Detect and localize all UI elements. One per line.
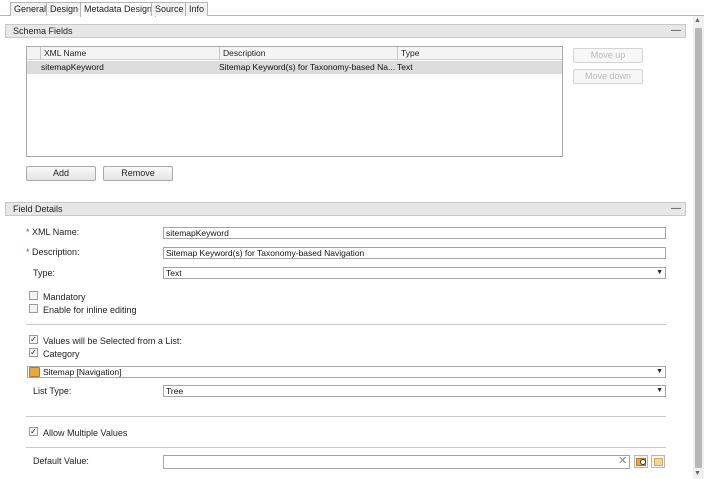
default-value-label: Default Value: (33, 456, 89, 466)
tab-general[interactable]: General (10, 2, 51, 16)
move-up-button[interactable]: Move up (573, 48, 643, 63)
category-checkbox[interactable]: ✓ (29, 348, 38, 357)
tab-design[interactable]: Design (46, 2, 83, 16)
grid-header: XML Name Description Type (27, 47, 562, 60)
tab-source[interactable]: Source (151, 2, 188, 16)
required-marker: * (26, 247, 30, 257)
minus-icon[interactable]: — (671, 25, 681, 37)
row-description: Sitemap Keyword(s) for Taxonomy-based Na… (219, 62, 396, 72)
divider (26, 416, 666, 417)
list-type-label: List Type: (33, 386, 72, 396)
default-value-field[interactable] (163, 455, 630, 469)
tab-info[interactable]: Info (185, 2, 209, 16)
browse-keyword-icon[interactable] (634, 455, 648, 468)
mandatory-label: Mandatory (43, 292, 86, 302)
description-field[interactable]: Sitemap Keyword(s) for Taxonomy-based Na… (163, 247, 666, 259)
chevron-down-icon: ▼ (656, 368, 663, 375)
inline-editing-checkbox[interactable] (29, 304, 38, 313)
list-values-checkbox[interactable]: ✓ (29, 335, 38, 344)
allow-multiple-checkbox[interactable]: ✓ (29, 427, 38, 436)
category-select[interactable]: Sitemap [Navigation] ▼ (27, 366, 666, 378)
list-type-select[interactable]: Tree ▼ (163, 385, 666, 397)
table-row[interactable]: sitemapKeyword Sitemap Keyword(s) for Ta… (27, 61, 562, 74)
schema-fields-header: Schema Fields — (5, 24, 686, 38)
category-folder-icon (29, 367, 40, 377)
scroll-down-icon[interactable]: ▼ (694, 470, 701, 478)
xml-name-field[interactable]: sitemapKeyword (163, 227, 666, 239)
tab-bar: General Design Metadata Design Source In… (0, 0, 704, 17)
scroll-up-icon[interactable]: ▲ (694, 17, 701, 25)
clear-x-icon[interactable]: ✕ (618, 455, 627, 468)
field-details-title: Field Details (13, 204, 63, 214)
remove-button[interactable]: Remove (103, 166, 173, 181)
description-label: * Description: (26, 247, 80, 257)
chevron-down-icon: ▼ (656, 269, 663, 276)
inline-editing-label: Enable for inline editing (43, 305, 137, 315)
tab-metadata-design[interactable]: Metadata Design (80, 2, 157, 17)
schema-fields-title: Schema Fields (13, 26, 73, 36)
category-label: Category (43, 349, 80, 359)
add-keyword-icon[interactable] (651, 455, 665, 468)
chevron-down-icon: ▼ (656, 387, 663, 394)
list-values-label: Values will be Selected from a List: (43, 336, 182, 346)
divider (26, 447, 666, 448)
required-marker: * (26, 227, 30, 237)
xml-name-label: * XML Name: (26, 227, 80, 237)
add-button[interactable]: Add (26, 166, 96, 181)
column-header-description[interactable]: Description (219, 47, 397, 60)
list-type-select-value: Tree (166, 386, 184, 396)
schema-fields-grid: XML Name Description Type sitemapKeyword… (26, 46, 563, 157)
allow-multiple-label: Allow Multiple Values (43, 428, 128, 438)
column-header-xml-name[interactable]: XML Name (40, 47, 219, 60)
row-type: Text (397, 62, 413, 72)
category-select-value: Sitemap [Navigation] (43, 367, 122, 377)
divider (26, 324, 666, 325)
vertical-scrollbar[interactable]: ▲ ▼ (693, 16, 704, 479)
type-select-value: Text (166, 268, 182, 278)
type-select[interactable]: Text ▼ (163, 267, 666, 279)
field-details-header: Field Details — (5, 202, 686, 216)
row-xml-name: sitemapKeyword (41, 62, 104, 72)
type-label: Type: (33, 268, 56, 278)
scrollbar-thumb[interactable] (695, 28, 702, 468)
move-down-button[interactable]: Move down (573, 69, 643, 84)
minus-icon[interactable]: — (671, 203, 681, 215)
mandatory-checkbox[interactable] (29, 291, 38, 300)
column-header-type[interactable]: Type (397, 47, 475, 60)
